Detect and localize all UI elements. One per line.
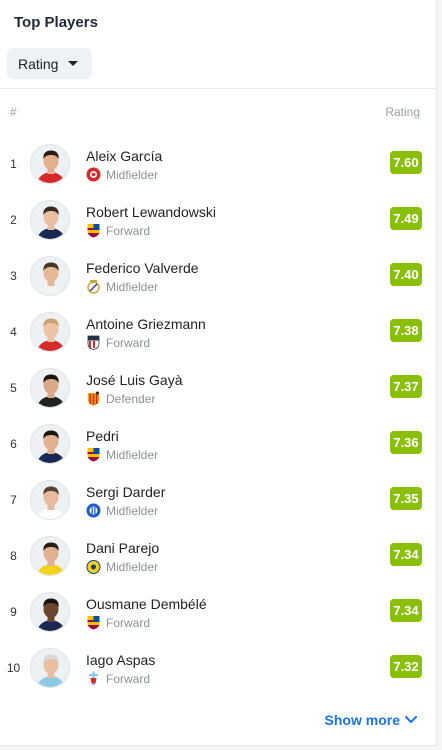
player-rating-badge: 7.36 [390, 431, 422, 454]
player-position: Midfielder [106, 448, 159, 462]
espanyol-crest-icon [86, 503, 101, 518]
barcelona-crest-icon [86, 447, 101, 462]
player-rating-badge: 7.35 [390, 487, 422, 510]
player-rating-badge: 7.49 [390, 207, 422, 230]
show-more-button[interactable]: Show more [325, 712, 417, 728]
top-players-card: Top Players Rating # Rating 1 Aleix Garcí… [0, 0, 437, 746]
player-name[interactable]: Sergi Darder [86, 484, 165, 500]
player-rating-badge: 7.37 [390, 375, 422, 398]
player-name[interactable]: Aleix García [86, 148, 162, 164]
rating-column-header[interactable]: Rating [385, 105, 420, 119]
player-rank: 8 [10, 549, 17, 563]
player-position: Midfielder [106, 280, 159, 294]
barcelona-crest-icon [86, 223, 101, 238]
player-position: Forward [106, 224, 151, 238]
player-row[interactable]: 6 Pedri Midfielder 7.36 [0, 424, 437, 480]
player-rank: 2 [10, 213, 17, 227]
player-avatar[interactable] [30, 648, 70, 688]
player-rating-badge: 7.34 [390, 543, 422, 566]
player-avatar[interactable] [30, 144, 70, 184]
player-avatar[interactable] [30, 480, 70, 520]
player-position: Forward [106, 616, 151, 630]
player-avatar[interactable] [30, 592, 70, 632]
player-rank: 6 [10, 437, 17, 451]
player-position: Midfielder [106, 504, 159, 518]
valencia-crest-icon [86, 391, 101, 406]
player-rank: 4 [10, 325, 17, 339]
player-avatar[interactable] [30, 368, 70, 408]
celta-crest-icon [86, 671, 101, 686]
player-row[interactable]: 4 Antoine Griezmann Forward 7.38 [0, 312, 437, 368]
chevron-down-icon [405, 716, 417, 723]
player-rank: 3 [10, 269, 17, 283]
player-row[interactable]: 3 Federico Valverde Midfielder 7.40 [0, 256, 437, 312]
girona-crest-icon [86, 167, 101, 182]
villarreal-crest-icon [86, 559, 101, 574]
filter-label: Rating [18, 55, 59, 72]
rank-column-header: # [10, 105, 17, 119]
player-avatar[interactable] [30, 200, 70, 240]
player-row[interactable]: 2 Robert Lewandowski Forward 7.49 [0, 200, 437, 256]
player-rating-badge: 7.60 [390, 151, 422, 174]
player-row[interactable]: 7 Sergi Darder Midfielder 7.35 [0, 480, 437, 536]
player-position: Defender [106, 392, 156, 406]
player-name[interactable]: Dani Parejo [86, 540, 159, 556]
player-avatar[interactable] [30, 424, 70, 464]
player-rating-badge: 7.34 [390, 599, 422, 622]
barcelona-crest-icon [86, 615, 101, 630]
real-madrid-crest-icon [86, 279, 101, 294]
player-row[interactable]: 10 Iago Aspas Forward 7.32 [0, 648, 437, 704]
player-row[interactable]: 5 José Luis Gayà Defender 7.37 [0, 368, 437, 424]
player-name[interactable]: Pedri [86, 428, 119, 444]
player-rank: 9 [10, 605, 17, 619]
player-name[interactable]: Antoine Griezmann [86, 316, 206, 332]
player-position: Midfielder [106, 560, 159, 574]
player-avatar[interactable] [30, 536, 70, 576]
player-rank: 7 [10, 493, 17, 507]
player-name[interactable]: Ousmane Dembélé [86, 596, 207, 612]
player-rank: 1 [10, 157, 17, 171]
player-name[interactable]: Federico Valverde [86, 260, 199, 276]
player-avatar[interactable] [30, 256, 70, 296]
player-avatar[interactable] [30, 312, 70, 352]
player-row[interactable]: 8 Dani Parejo Midfielder 7.34 [0, 536, 437, 592]
card-title: Top Players [14, 14, 98, 31]
player-rank: 5 [10, 381, 17, 395]
caret-down-icon [68, 61, 78, 66]
player-name[interactable]: José Luis Gayà [86, 372, 183, 388]
show-more-label: Show more [324, 712, 400, 728]
atletico-crest-icon [86, 335, 101, 350]
player-rating-badge: 7.40 [390, 263, 422, 286]
divider [0, 88, 437, 89]
rating-filter-dropdown[interactable]: Rating [7, 48, 92, 79]
player-row[interactable]: 9 Ousmane Dembélé Forward 7.34 [0, 592, 437, 648]
player-rank: 10 [6, 661, 21, 675]
player-position: Forward [106, 336, 151, 350]
player-name[interactable]: Robert Lewandowski [86, 204, 216, 220]
player-name[interactable]: Iago Aspas [86, 652, 155, 668]
player-position: Midfielder [106, 168, 159, 182]
player-rating-badge: 7.32 [390, 655, 422, 678]
player-row[interactable]: 1 Aleix García Midfielder 7.60 [0, 144, 437, 200]
player-rating-badge: 7.38 [390, 319, 422, 342]
player-position: Forward [106, 672, 151, 686]
